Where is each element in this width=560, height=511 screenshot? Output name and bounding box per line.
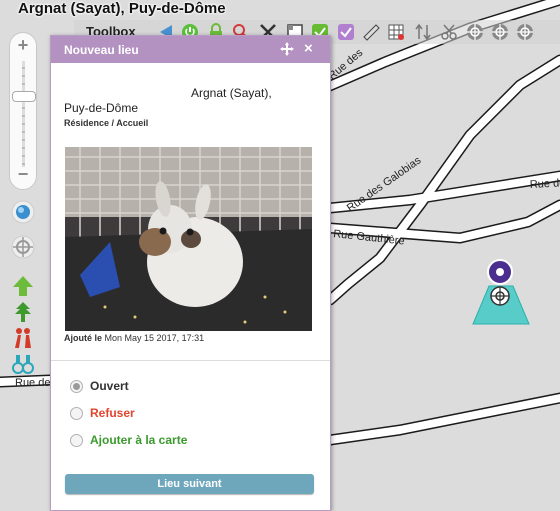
- next-place-button[interactable]: Lieu suivant: [65, 474, 314, 494]
- zoom-control: + −: [9, 32, 37, 190]
- grid-icon[interactable]: [386, 22, 406, 42]
- popup-title: Nouveau lieu: [64, 43, 139, 57]
- arrow-up-icon[interactable]: [11, 274, 35, 298]
- close-icon[interactable]: ×: [304, 40, 313, 57]
- radio-option-refuse[interactable]: Refuser: [70, 406, 135, 420]
- ruler-icon[interactable]: [361, 22, 381, 42]
- radio-label: Ouvert: [90, 379, 129, 393]
- tree-icon[interactable]: [11, 300, 35, 324]
- people-icon[interactable]: [11, 326, 35, 350]
- target-icon[interactable]: [490, 22, 510, 42]
- street-label: Rue de: [15, 377, 50, 389]
- address-line2: Puy-de-Dôme: [64, 101, 139, 115]
- added-date-line: Ajouté le Mon May 15 2017, 17:31: [64, 333, 204, 343]
- popup-header[interactable]: Nouveau lieu ×: [51, 36, 330, 63]
- radio-label: Refuser: [90, 406, 135, 420]
- sort-arrows-icon[interactable]: [413, 22, 433, 42]
- globe-icon[interactable]: [11, 200, 35, 224]
- new-place-popup: Nouveau lieu × Argnat (Sayat), Puy-de-Dô…: [50, 35, 331, 511]
- zoom-out-button[interactable]: −: [10, 164, 36, 185]
- added-label: Ajouté le: [64, 333, 103, 343]
- category-label: Résidence / Accueil: [64, 118, 149, 128]
- scissors-icon[interactable]: [439, 22, 459, 42]
- target-icon[interactable]: [465, 22, 485, 42]
- radio-option-add-to-map[interactable]: Ajouter à la carte: [70, 433, 187, 447]
- radio-button[interactable]: [70, 406, 83, 420]
- move-icon[interactable]: [279, 41, 295, 57]
- zoom-in-button[interactable]: +: [10, 35, 36, 56]
- place-title: Argnat (Sayat), Puy-de-Dôme: [18, 0, 226, 17]
- binoculars-icon[interactable]: [11, 352, 35, 376]
- address-line1: Argnat (Sayat),: [191, 86, 272, 100]
- place-marker[interactable]: [471, 258, 531, 326]
- divider: [51, 360, 330, 361]
- zoom-track[interactable]: [22, 61, 25, 167]
- locate-icon[interactable]: [11, 235, 35, 259]
- target-icon[interactable]: [515, 22, 535, 42]
- street-label: Rue de: [530, 177, 560, 191]
- radio-button[interactable]: [70, 433, 83, 447]
- radio-option-open[interactable]: Ouvert: [70, 379, 129, 393]
- radio-label: Ajouter à la carte: [90, 433, 188, 447]
- added-date: Mon May 15 2017, 17:31: [104, 333, 205, 343]
- zoom-slider-handle[interactable]: [12, 91, 36, 102]
- place-photo: [65, 147, 312, 331]
- radio-button[interactable]: [70, 379, 83, 393]
- check-purple-icon[interactable]: [336, 22, 356, 42]
